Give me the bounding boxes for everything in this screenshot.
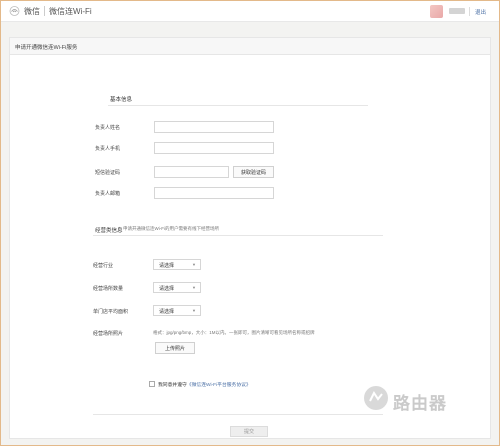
agree-checkbox[interactable] bbox=[149, 381, 155, 387]
venue-count-select-value: 请选择 bbox=[159, 286, 175, 292]
brand-product-label: 微信连Wi-Fi bbox=[49, 7, 92, 16]
store-area-label: 单门店平均面积 bbox=[93, 309, 129, 315]
header-divider bbox=[469, 7, 470, 16]
account-name-blurred[interactable] bbox=[449, 8, 465, 14]
venue-photo-label: 经营场所照片 bbox=[93, 331, 124, 337]
sms-code-label: 短信验证码 bbox=[95, 170, 121, 176]
logout-link[interactable]: 退出 bbox=[475, 8, 486, 16]
business-info-divider bbox=[93, 235, 383, 236]
industry-select[interactable]: 请选择 ▼ bbox=[153, 259, 201, 270]
router-watermark-icon bbox=[364, 386, 388, 410]
basic-info-divider bbox=[108, 105, 368, 106]
contact-name-label: 负责人姓名 bbox=[95, 125, 121, 131]
venue-photo-hint: 格式：jpg/png/bmp，大小：1M以内。一张即可，图片清晰可看见场所名称或… bbox=[153, 330, 315, 335]
page-title: 申请开通微信连Wi-Fi服务 bbox=[10, 38, 490, 55]
venue-count-label: 经营场所数量 bbox=[93, 286, 124, 292]
brand-wechat-label: 微信 bbox=[24, 7, 40, 16]
contact-email-label: 负责人邮箱 bbox=[95, 191, 121, 197]
industry-label: 经营行业 bbox=[93, 263, 114, 269]
chevron-down-icon: ▼ bbox=[192, 308, 196, 313]
footer-divider bbox=[93, 414, 383, 415]
contact-phone-label: 负责人手机 bbox=[95, 146, 121, 152]
top-header: 微信 微信连Wi-Fi 退出 bbox=[1, 1, 499, 22]
venue-count-select[interactable]: 请选择 ▼ bbox=[153, 282, 201, 293]
brand-divider bbox=[44, 6, 45, 16]
agree-statement: 我同意并遵守《微信连Wi-Fi平台服务协议》 bbox=[158, 381, 251, 388]
business-info-section-title: 经营类信息 bbox=[95, 228, 123, 234]
industry-select-value: 请选择 bbox=[159, 263, 175, 269]
agree-prefix: 我同意并遵守 bbox=[158, 383, 187, 388]
sms-code-input[interactable] bbox=[154, 166, 229, 178]
avatar[interactable] bbox=[430, 5, 443, 18]
chevron-down-icon: ▼ bbox=[192, 262, 196, 267]
service-agreement-link[interactable]: 《微信连Wi-Fi平台服务协议》 bbox=[187, 383, 251, 388]
store-area-select[interactable]: 请选择 ▼ bbox=[153, 305, 201, 316]
get-code-button[interactable]: 获取验证码 bbox=[233, 166, 274, 178]
router-watermark-text: 路由器 bbox=[393, 394, 447, 413]
contact-email-input[interactable] bbox=[154, 187, 274, 199]
submit-button[interactable]: 提交 bbox=[230, 426, 268, 437]
application-form-card: 申请开通微信连Wi-Fi服务 基本信息 负责人姓名 负责人手机 短信验证码 获取… bbox=[9, 37, 491, 439]
wechat-logo-icon bbox=[9, 6, 20, 16]
contact-phone-input[interactable] bbox=[154, 142, 274, 154]
chevron-down-icon: ▼ bbox=[192, 285, 196, 290]
contact-name-input[interactable] bbox=[154, 121, 274, 133]
basic-info-section-title: 基本信息 bbox=[110, 97, 133, 103]
store-area-select-value: 请选择 bbox=[159, 309, 175, 315]
upload-photo-button[interactable]: 上传照片 bbox=[155, 342, 195, 354]
business-info-hint: 申请开通微信连Wi-Fi的用户需要有线下经营场所 bbox=[123, 226, 219, 231]
